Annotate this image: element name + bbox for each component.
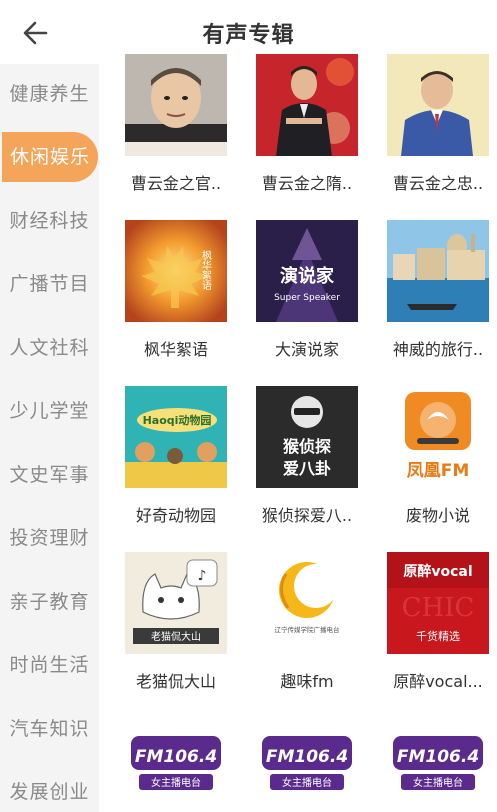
album-cover: 演说家 Super Speaker <box>256 220 358 322</box>
sidebar-item-parenting[interactable]: 亲子教育 <box>0 577 99 627</box>
cover-text: 猴侦探 <box>283 437 331 456</box>
album-cover: ♪ 老猫侃大山 <box>125 552 227 654</box>
cover-text: 枫华絮语 <box>200 249 212 291</box>
album-cover: FM106.4 女主播电台 <box>387 718 489 812</box>
cover-text: 老猫侃大山 <box>151 630 201 643</box>
album-cover: FM106.4 女主播电台 <box>125 718 227 812</box>
category-sidebar: 健康养生 休闲娱乐 财经科技 广播节目 人文社科 少儿学堂 文史军事 投资理财 … <box>0 64 99 812</box>
sidebar-item-lifestyle[interactable]: 时尚生活 <box>0 640 99 690</box>
sidebar-item-leisure[interactable]: 休闲娱乐 <box>2 132 98 182</box>
sidebar-item-kids[interactable]: 少儿学堂 <box>0 386 99 436</box>
album-title: 曹云金之隋.. <box>261 174 353 193</box>
sidebar-item-startup[interactable]: 发展创业 <box>0 767 99 812</box>
album-title: 原醉vocal... <box>393 672 483 691</box>
cover-subtext: 女主播电台 <box>413 776 463 789</box>
album-cover: 枫华絮语 <box>125 220 227 322</box>
cover-text: Haoqi动物园 <box>143 413 212 427</box>
cover-text: FM106.4 <box>397 747 479 767</box>
cover-text: 辽宁传媒学院广播电台 <box>275 625 340 634</box>
album-cover <box>256 54 358 156</box>
sidebar-item-finance[interactable]: 财经科技 <box>0 196 99 246</box>
album-title: 曹云金之官.. <box>130 174 222 193</box>
sidebar-item-health[interactable]: 健康养生 <box>0 69 99 119</box>
cover-subtext: 千货精选 <box>416 629 460 643</box>
album-title: 神威的旅行.. <box>392 340 484 359</box>
cover-text: 凤凰FM <box>407 461 470 481</box>
cover-subtext: 女主播电台 <box>282 776 332 789</box>
cover-subtext: 女主播电台 <box>151 776 201 789</box>
album-cover: FM106.4 女主播电台 <box>256 718 358 812</box>
cover-subtext: Super Speaker <box>274 293 340 303</box>
album-title: 大演说家 <box>274 340 339 359</box>
cover-text: 原醉vocal <box>403 563 472 580</box>
album-title: 好奇动物园 <box>135 506 216 525</box>
album-cover <box>387 54 489 156</box>
album-cover: 辽宁传媒学院广播电台 <box>256 552 358 654</box>
album-title: 废物小说 <box>405 506 470 525</box>
album-title: 枫华絮语 <box>143 340 208 359</box>
album-title: 曹云金之忠.. <box>392 174 484 193</box>
sidebar-item-humanities[interactable]: 人文社科 <box>0 323 99 373</box>
cover-text-2: 爱八卦 <box>283 459 331 478</box>
svg-text:♪: ♪ <box>198 568 207 584</box>
album-cover: Haoqi动物园 <box>125 386 227 488</box>
cover-text: 演说家 <box>280 265 335 287</box>
album-cover: 凤凰FM <box>387 386 489 488</box>
cover-text: FM106.4 <box>135 747 217 767</box>
album-cover: 原醉vocal CHIC 千货精选 <box>387 552 489 654</box>
sidebar-item-radio[interactable]: 广播节目 <box>0 259 99 309</box>
album-title: 老猫侃大山 <box>135 672 216 691</box>
album-cover: 猴侦探 爱八卦 <box>256 386 358 488</box>
sidebar-item-history[interactable]: 文史军事 <box>0 450 99 500</box>
album-grid: 曹云金之官.. 曹云金之隋.. 曹云金之忠.. 枫华絮语 枫华絮语 演说家 Su… <box>99 54 497 812</box>
sidebar-item-investment[interactable]: 投资理财 <box>0 513 99 563</box>
album-cover <box>125 54 227 156</box>
sidebar-item-auto[interactable]: 汽车知识 <box>0 704 99 754</box>
album-cover <box>387 220 489 322</box>
album-title: 猴侦探爱八.. <box>261 506 353 525</box>
svg-text:CHIC: CHIC <box>402 593 475 623</box>
album-title: 趣味fm <box>280 672 334 691</box>
cover-text: FM106.4 <box>266 747 348 767</box>
page-title: 有声专辑 <box>202 23 295 48</box>
